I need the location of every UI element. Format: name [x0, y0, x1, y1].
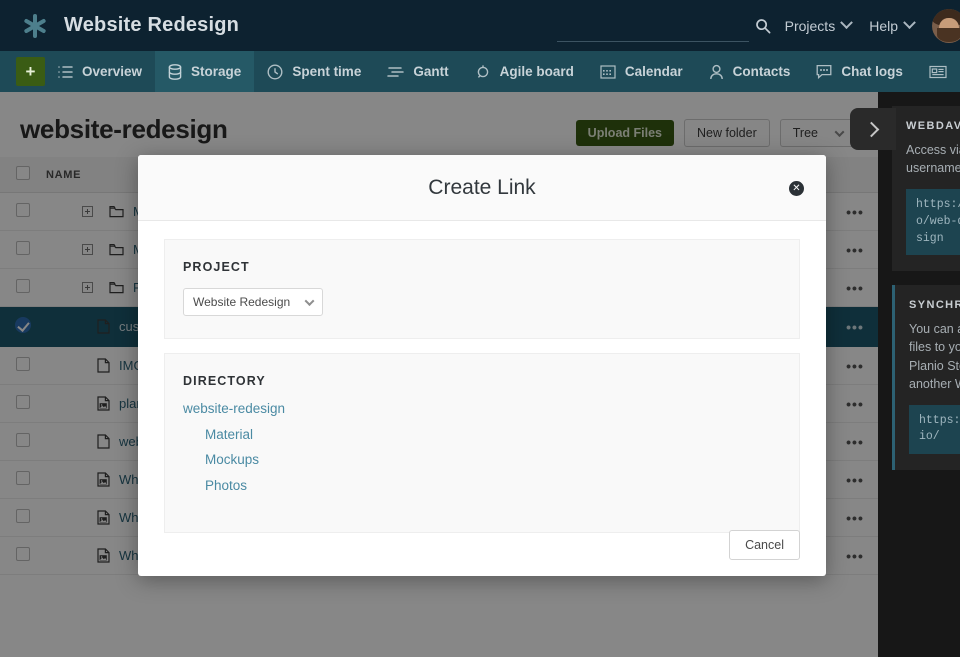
tab-chat-logs[interactable]: Chat logs: [803, 51, 916, 92]
news-icon: [929, 65, 947, 79]
tab-overview-label: Overview: [82, 64, 142, 79]
modal-footer: Cancel: [138, 530, 826, 576]
modal-header: Create Link ✕: [138, 155, 826, 221]
list-icon: [58, 65, 73, 79]
tab-agile-board-label: Agile board: [500, 64, 574, 79]
projects-menu-label: Projects: [785, 18, 836, 34]
directory-item[interactable]: Mockups: [205, 453, 781, 467]
synchronize-card: SYNCHRONIZE You can automatically sync f…: [892, 285, 960, 470]
synchronize-heading: SYNCHRONIZE: [909, 299, 960, 311]
asterisk-logo-icon: [22, 13, 48, 39]
cancel-button[interactable]: Cancel: [729, 530, 800, 560]
database-icon: [168, 64, 182, 80]
top-bar: Website Redesign Projects Help: [0, 0, 960, 51]
project-title: Website Redesign: [64, 14, 239, 37]
tab-contacts-label: Contacts: [733, 64, 791, 79]
tab-calendar-label: Calendar: [625, 64, 683, 79]
avatar[interactable]: [932, 9, 960, 43]
synchronize-text: You can automatically sync files to your…: [909, 320, 960, 393]
right-info-panel: WEBDAV Access via WebDAV with your usern…: [878, 92, 960, 657]
project-nav: + Overview Storage: [0, 51, 960, 92]
tab-news[interactable]: [916, 51, 960, 92]
search-box[interactable]: [557, 0, 785, 51]
clock-icon: [267, 64, 283, 80]
synchronize-url[interactable]: https://example.plan.io/: [909, 405, 960, 454]
project-select-value: Website Redesign: [193, 295, 290, 309]
add-button[interactable]: +: [16, 57, 45, 86]
chat-icon: [816, 64, 832, 79]
directory-item-link[interactable]: Photos: [205, 478, 247, 493]
tab-gantt[interactable]: Gantt: [374, 51, 461, 92]
webdav-url[interactable]: https://example.plan.io/web-dav/website-…: [906, 189, 960, 255]
panel-toggle-button[interactable]: [850, 108, 896, 150]
directory-item-link[interactable]: Material: [205, 427, 253, 442]
search-input[interactable]: [557, 18, 749, 42]
directory-item-link[interactable]: Mockups: [205, 452, 259, 467]
directory-children: Material Mockups Photos: [205, 428, 781, 493]
directory-label: DIRECTORY: [183, 374, 781, 388]
projects-menu[interactable]: Projects: [785, 18, 852, 34]
webdav-card: WEBDAV Access via WebDAV with your usern…: [892, 106, 960, 271]
chevron-down-icon: [305, 296, 315, 306]
contact-icon: [709, 64, 724, 80]
project-label: PROJECT: [183, 260, 781, 274]
directory-item[interactable]: Material: [205, 428, 781, 442]
directory-tree: website-redesign Material Mockups Photos: [183, 402, 781, 492]
project-fieldset: PROJECT Website Redesign: [164, 239, 800, 339]
tab-overview[interactable]: Overview: [45, 51, 155, 92]
project-select[interactable]: Website Redesign: [183, 288, 323, 316]
avatar-beard: [937, 28, 960, 42]
tab-gantt-label: Gantt: [413, 64, 448, 79]
gantt-icon: [387, 65, 404, 78]
tab-spent-time[interactable]: Spent time: [254, 51, 374, 92]
top-bar-right: Projects Help: [557, 0, 960, 51]
tab-spent-time-label: Spent time: [292, 64, 361, 79]
webdav-text: Access via WebDAV with your username and…: [906, 141, 960, 177]
modal-body: PROJECT Website Redesign DIRECTORY websi…: [138, 221, 826, 533]
help-menu-label: Help: [869, 18, 898, 34]
directory-root-link[interactable]: website-redesign: [183, 401, 285, 416]
chevron-down-icon: [903, 16, 916, 29]
tab-storage[interactable]: Storage: [155, 51, 254, 92]
close-icon[interactable]: ✕: [789, 181, 804, 196]
directory-root[interactable]: website-redesign: [183, 402, 781, 416]
tab-agile-board[interactable]: Agile board: [462, 51, 587, 92]
create-link-modal: Create Link ✕ PROJECT Website Redesign D…: [138, 155, 826, 576]
search-icon[interactable]: [755, 18, 771, 34]
agile-icon: [475, 64, 491, 80]
chevron-right-icon: [864, 121, 880, 137]
brand[interactable]: Website Redesign: [0, 13, 239, 39]
help-menu[interactable]: Help: [869, 18, 914, 34]
tab-calendar[interactable]: Calendar: [587, 51, 696, 92]
tab-storage-label: Storage: [191, 64, 241, 79]
directory-fieldset: DIRECTORY website-redesign Material Mocku…: [164, 353, 800, 533]
tab-contacts[interactable]: Contacts: [696, 51, 804, 92]
modal-title: Create Link: [428, 176, 535, 200]
app-root: Website Redesign Projects Help: [0, 0, 960, 657]
chevron-down-icon: [840, 16, 853, 29]
tab-chat-logs-label: Chat logs: [841, 64, 903, 79]
directory-item[interactable]: Photos: [205, 479, 781, 493]
webdav-heading: WEBDAV: [906, 120, 960, 132]
calendar-icon: [600, 64, 616, 79]
